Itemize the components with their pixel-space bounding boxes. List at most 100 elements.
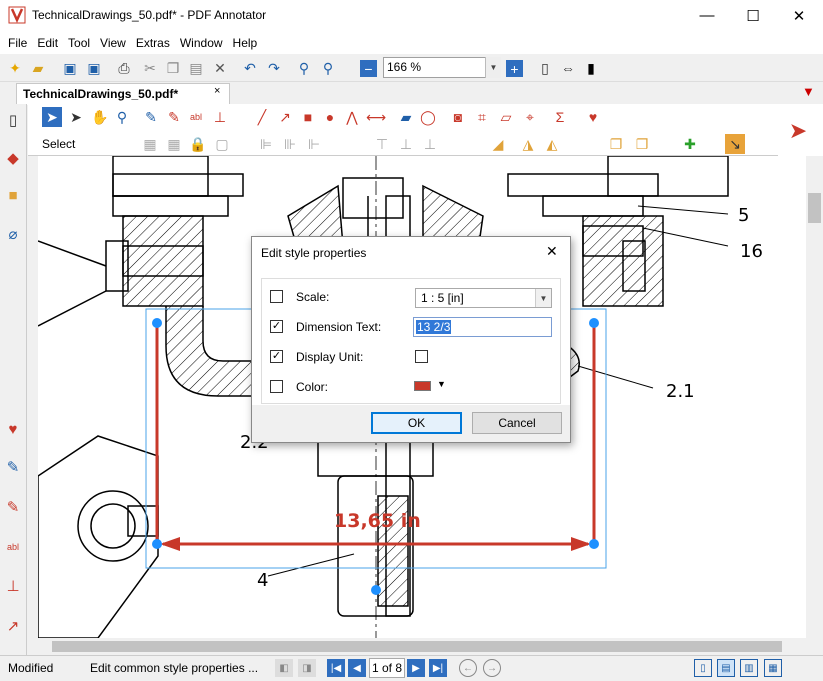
menu-tool[interactable]: Tool: [63, 36, 95, 50]
fill-style-icon[interactable]: ◮: [518, 134, 538, 154]
camera-tool-icon[interactable]: ◙: [448, 107, 468, 127]
close-window-button[interactable]: ✕: [776, 0, 822, 31]
lock-icon[interactable]: 🔒: [188, 134, 208, 154]
menu-view[interactable]: View: [95, 36, 131, 50]
sidebar-favorites-icon[interactable]: ♥: [3, 419, 23, 439]
delete-icon[interactable]: ✕: [210, 58, 230, 78]
save-as-icon[interactable]: ▣: [84, 58, 104, 78]
sidebar-arrow-icon[interactable]: ↗: [3, 616, 23, 636]
fit-page-icon[interactable]: ▯: [535, 58, 555, 78]
history-forward-icon[interactable]: →: [483, 659, 501, 677]
copy-style-icon[interactable]: ❐: [606, 134, 626, 154]
two-page-continuous-view-icon[interactable]: ▦: [764, 659, 782, 677]
last-page-button[interactable]: ▶|: [429, 659, 447, 677]
fit-width-icon[interactable]: ⇔: [558, 58, 578, 78]
sidebar-pen-icon[interactable]: ✎: [3, 457, 23, 477]
two-page-view-icon[interactable]: ▥: [740, 659, 758, 677]
save-icon[interactable]: ▣: [60, 58, 80, 78]
history-back-icon[interactable]: ←: [459, 659, 477, 677]
zoom-out-icon[interactable]: −: [360, 60, 377, 77]
cancel-button[interactable]: Cancel: [472, 412, 562, 434]
new-document-icon[interactable]: ✦: [5, 58, 25, 78]
favorites-tool-icon[interactable]: ♥: [583, 107, 603, 127]
first-page-button[interactable]: |◀: [327, 659, 345, 677]
menu-help[interactable]: Help: [228, 36, 263, 50]
scale-dropdown-arrow[interactable]: ▼: [535, 289, 551, 307]
maximize-icon: ☐: [746, 7, 760, 25]
print-icon[interactable]: ⎙: [114, 58, 134, 78]
find-icon[interactable]: ⚲: [294, 58, 314, 78]
opacity-icon[interactable]: ◭: [542, 134, 562, 154]
maximize-button[interactable]: ☐: [730, 0, 776, 31]
menu-window[interactable]: Window: [175, 36, 228, 50]
fullscreen-icon[interactable]: ▮: [581, 58, 601, 78]
single-page-view-icon[interactable]: ▯: [694, 659, 712, 677]
color-dropdown-icon[interactable]: ▼: [437, 379, 446, 389]
sidebar-highlighter-icon[interactable]: ✎: [3, 497, 23, 517]
find-next-icon[interactable]: ⚲: [318, 58, 338, 78]
previous-page-button[interactable]: ◀: [348, 659, 366, 677]
arrow-tool-icon[interactable]: ↗: [275, 107, 295, 127]
highlighter-tool-icon[interactable]: ✎: [164, 107, 184, 127]
vertical-scrollbar[interactable]: [806, 156, 823, 638]
menu-edit[interactable]: Edit: [32, 36, 63, 50]
select-tool-icon[interactable]: ➤: [42, 107, 62, 127]
lasso-tool-icon[interactable]: ◯: [418, 107, 438, 127]
line-tool-icon[interactable]: ╱: [252, 107, 272, 127]
color-swatch[interactable]: [414, 381, 431, 391]
dimension-text-checkbox[interactable]: ✓: [270, 320, 283, 333]
zoom-dropdown-arrow[interactable]: ▼: [485, 57, 501, 78]
display-unit-value-checkbox[interactable]: [415, 350, 428, 363]
sidebar-text-icon[interactable]: abl: [3, 537, 23, 557]
paste-icon[interactable]: ▤: [186, 58, 206, 78]
tab-document[interactable]: TechnicalDrawings_50.pdf*: [16, 83, 230, 105]
stamp-tool-icon[interactable]: ⊥: [210, 107, 230, 127]
menu-extras[interactable]: Extras: [131, 36, 175, 50]
undo-icon[interactable]: ↶: [240, 58, 260, 78]
sidebar-stamp-icon[interactable]: ⊥: [3, 576, 23, 596]
ruler-tool-icon[interactable]: ▱: [496, 107, 516, 127]
redo-icon[interactable]: ↷: [264, 58, 284, 78]
hand-tool-icon[interactable]: ✋: [90, 107, 110, 127]
next-page-button[interactable]: ▶: [407, 659, 425, 677]
paste-style-icon[interactable]: ❐: [632, 134, 652, 154]
vertical-scrollbar-thumb[interactable]: [808, 193, 821, 223]
page-indicator[interactable]: 1 of 8: [369, 658, 405, 678]
horizontal-scrollbar-thumb[interactable]: [52, 641, 782, 652]
tab-close-icon[interactable]: ×: [214, 85, 220, 97]
text-tool-icon[interactable]: abl: [186, 107, 206, 127]
zoom-in-icon[interactable]: +: [506, 60, 523, 77]
pen-tool-icon[interactable]: ✎: [141, 107, 161, 127]
scale-checkbox[interactable]: [270, 290, 283, 303]
sum-tool-icon[interactable]: Σ: [550, 107, 570, 127]
sidebar-attachments-icon[interactable]: ⌀: [3, 224, 23, 244]
cut-icon[interactable]: ✂: [140, 58, 160, 78]
menu-file[interactable]: File: [3, 36, 32, 50]
sidebar-bookmarks-icon[interactable]: ◆: [3, 148, 23, 168]
dialog-close-icon[interactable]: ✕: [546, 243, 558, 260]
line-style-icon[interactable]: ◢: [488, 134, 508, 154]
add-favorite-icon[interactable]: ✚: [680, 134, 700, 154]
sidebar-notes-icon[interactable]: ■: [3, 185, 23, 205]
crop-tool-icon[interactable]: ⌗: [472, 107, 492, 127]
resize-icon[interactable]: ↘: [725, 134, 745, 154]
open-folder-icon[interactable]: ▰: [28, 58, 48, 78]
polyline-tool-icon[interactable]: ⋀: [342, 107, 362, 127]
minimize-button[interactable]: —: [684, 0, 730, 31]
dimension-tool-icon[interactable]: ⟷: [366, 107, 386, 127]
zoom-tool-icon[interactable]: ⚲: [112, 107, 132, 127]
measure-tool-icon[interactable]: ⌖: [520, 107, 540, 127]
ok-button[interactable]: OK: [371, 412, 462, 434]
select-text-tool-icon[interactable]: ➤: [66, 107, 86, 127]
ellipse-tool-icon[interactable]: ●: [320, 107, 340, 127]
scale-select[interactable]: 1 : 5 [in]: [415, 288, 552, 308]
dimension-text-input[interactable]: 13 2/3: [413, 317, 552, 337]
display-unit-checkbox[interactable]: ✓: [270, 350, 283, 363]
eraser-tool-icon[interactable]: ▰: [396, 107, 416, 127]
copy-icon[interactable]: ❐: [163, 58, 183, 78]
rectangle-tool-icon[interactable]: ■: [298, 107, 318, 127]
tab-scroll-icon[interactable]: ▼: [802, 84, 815, 99]
sidebar-pages-icon[interactable]: ▯: [3, 110, 23, 130]
color-checkbox[interactable]: [270, 380, 283, 393]
continuous-view-icon[interactable]: ▤: [717, 659, 735, 677]
